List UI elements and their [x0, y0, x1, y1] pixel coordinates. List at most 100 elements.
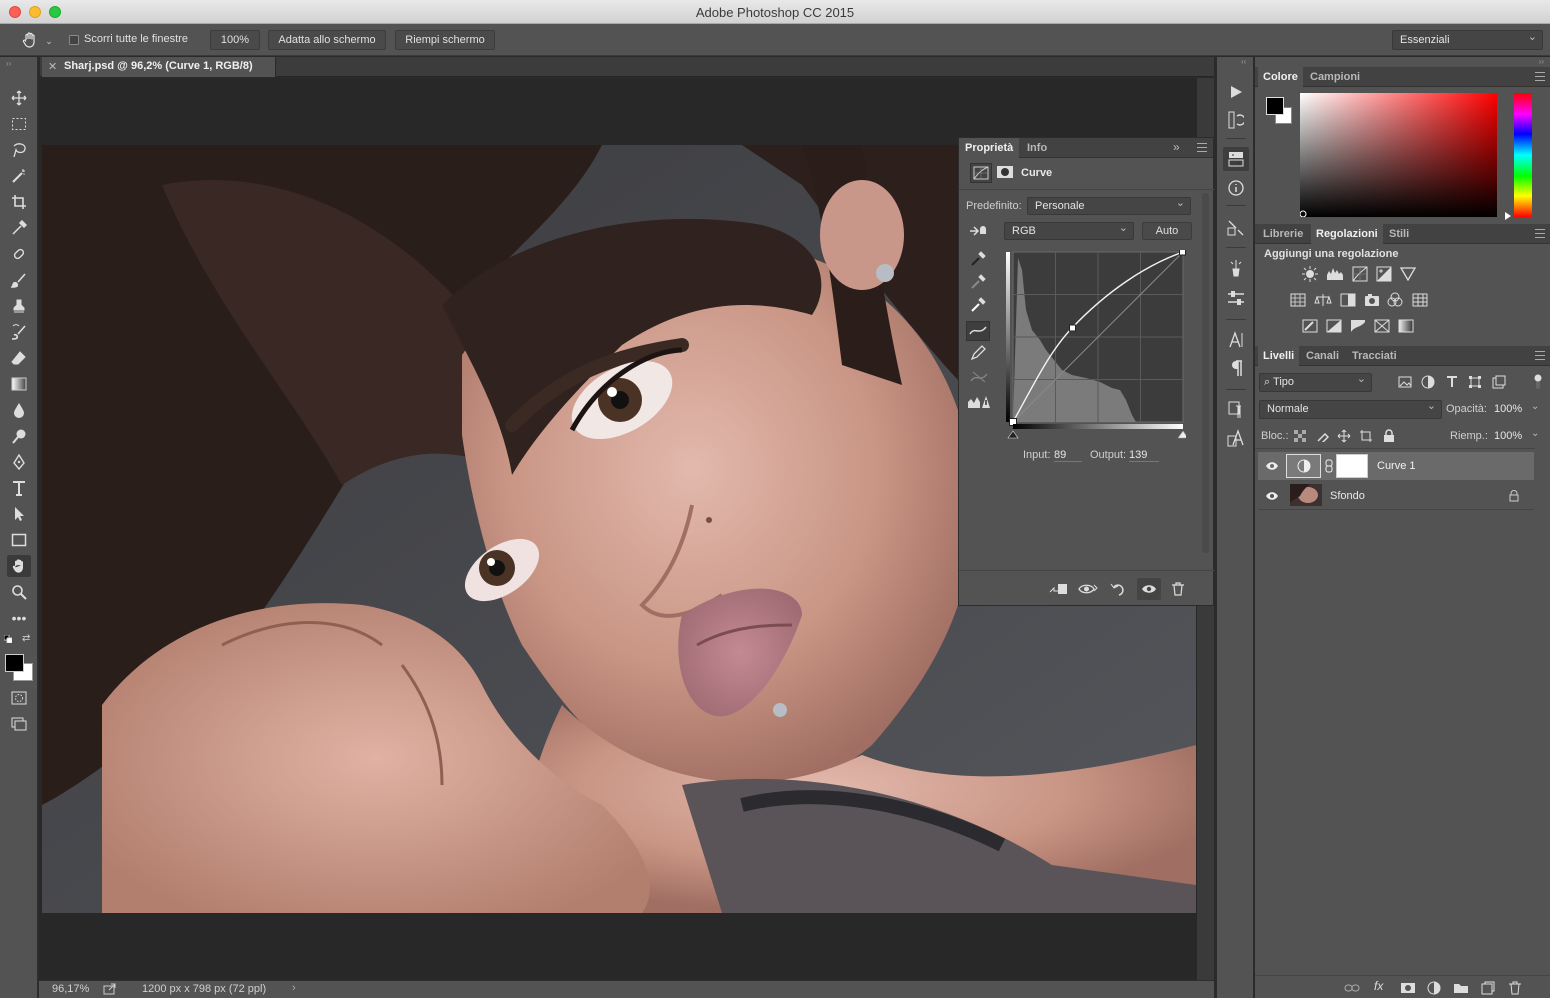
type-tool-icon[interactable] [7, 477, 31, 499]
status-menu-arrow-icon[interactable]: › [292, 982, 296, 994]
layer-mask-thumbnail[interactable] [1336, 454, 1368, 478]
layers-panel-menu-icon[interactable] [1535, 351, 1545, 360]
white-point-eyedropper-icon[interactable] [970, 297, 986, 313]
new-group-folder-icon[interactable] [1452, 980, 1470, 996]
gray-point-eyedropper-icon[interactable] [970, 274, 986, 290]
close-tab-icon[interactable]: ✕ [48, 60, 57, 73]
zoom-level[interactable]: 96,17% [52, 983, 89, 995]
tool-presets-icon[interactable] [1225, 287, 1247, 309]
color-balance-icon[interactable] [1313, 291, 1333, 309]
hand-tool-icon[interactable] [7, 555, 31, 577]
filter-smart-object-icon[interactable] [1491, 374, 1507, 390]
tab-paths[interactable]: Tracciati [1347, 346, 1402, 366]
view-previous-state-icon[interactable] [1077, 580, 1099, 598]
tab-info[interactable]: Info [1021, 138, 1053, 158]
layer-name[interactable]: Curve 1 [1377, 460, 1416, 472]
scroll-all-checkbox[interactable] [69, 35, 79, 45]
chevron-down-icon[interactable]: ⌄ [1531, 428, 1539, 439]
draw-curve-pencil-icon[interactable] [970, 345, 986, 361]
tab-swatches[interactable]: Campioni [1305, 67, 1365, 87]
foreground-color-chip[interactable] [1266, 97, 1284, 115]
preset-select[interactable]: Personale [1027, 195, 1191, 215]
properties-panel-icon[interactable] [1223, 147, 1249, 171]
add-mask-icon[interactable] [1399, 980, 1417, 996]
layer-row-curve1[interactable]: Curve 1 [1258, 452, 1534, 480]
zoom-100-button[interactable]: 100% [210, 30, 260, 50]
tab-layers[interactable]: Livelli [1258, 346, 1300, 366]
filter-toggle-switch[interactable] [1534, 374, 1542, 390]
layer-mask-icon[interactable] [995, 163, 1017, 183]
layer-row-sfondo[interactable]: Sfondo [1258, 482, 1534, 510]
toggle-visibility-icon[interactable] [1137, 578, 1161, 600]
panel-menu-icon[interactable] [1197, 143, 1207, 152]
filter-type-layer-icon[interactable] [1444, 374, 1460, 390]
posterize-icon[interactable] [1325, 317, 1343, 335]
color-spectrum-field[interactable] [1300, 93, 1497, 217]
black-point-eyedropper-icon[interactable] [970, 251, 986, 267]
collapse-panel-icon[interactable]: » [1173, 140, 1180, 154]
paragraph-styles-icon[interactable] [1225, 399, 1247, 421]
blend-mode-select[interactable]: Normale [1259, 398, 1442, 419]
fill-value[interactable]: 100% [1494, 430, 1522, 442]
on-image-adjust-icon[interactable] [968, 223, 988, 239]
chevron-down-icon[interactable]: ⌄ [1531, 401, 1539, 412]
paragraph-panel-icon[interactable] [1225, 357, 1247, 379]
channel-select[interactable]: RGB [1004, 220, 1134, 240]
channel-mixer-icon[interactable] [1386, 291, 1404, 309]
screen-mode-icon[interactable] [7, 713, 31, 735]
smooth-curve-icon[interactable] [970, 369, 988, 385]
exposure-icon[interactable] [1375, 265, 1393, 283]
curves-icon[interactable] [1351, 265, 1369, 283]
healing-brush-icon[interactable] [7, 243, 31, 265]
clone-stamp-icon[interactable] [7, 295, 31, 317]
tab-color[interactable]: Colore [1258, 67, 1303, 87]
layer-thumbnail[interactable] [1290, 484, 1322, 506]
more-tools-icon[interactable]: ••• [7, 607, 31, 629]
brush-tool-icon[interactable] [7, 269, 31, 291]
output-value-field[interactable]: 139 [1129, 449, 1159, 462]
tab-libraries[interactable]: Librerie [1258, 224, 1308, 244]
filter-pixel-layer-icon[interactable] [1397, 374, 1413, 390]
pen-tool-icon[interactable] [7, 451, 31, 473]
collapse-right-panels-icon[interactable]: ›› [1539, 57, 1544, 66]
fill-screen-button[interactable]: Riempi schermo [395, 30, 495, 50]
curve-points-tool-icon[interactable] [966, 321, 990, 341]
foreground-color-swatch[interactable] [5, 654, 24, 672]
threshold-icon[interactable] [1349, 317, 1367, 335]
document-size[interactable]: 1200 px x 798 px (72 ppl) [142, 983, 266, 995]
share-icon[interactable] [103, 983, 117, 995]
character-styles-icon[interactable] [1225, 427, 1247, 449]
new-layer-icon[interactable] [1479, 980, 1497, 996]
eye-visibility-icon[interactable] [1261, 458, 1283, 474]
blur-tool-icon[interactable] [7, 399, 31, 421]
invert-icon[interactable] [1301, 317, 1319, 335]
filter-adjustment-layer-icon[interactable] [1420, 374, 1436, 390]
curves-graph[interactable] [1006, 250, 1186, 448]
magic-wand-icon[interactable] [7, 165, 31, 187]
crop-tool-icon[interactable] [7, 191, 31, 213]
reset-icon[interactable] [1107, 580, 1129, 598]
photo-filter-icon[interactable] [1363, 291, 1381, 309]
tab-styles[interactable]: Stili [1384, 224, 1414, 244]
layer-filter-select[interactable]: ⌕ Tipo [1259, 371, 1372, 392]
vibrance-icon[interactable] [1399, 265, 1417, 283]
tab-properties[interactable]: Proprietà [959, 138, 1020, 158]
fit-screen-button[interactable]: Adatta allo schermo [268, 30, 386, 50]
move-tool-icon[interactable] [7, 87, 31, 109]
actions-play-icon[interactable] [1225, 81, 1247, 103]
collapse-dock-icon[interactable]: ‹‹ [1241, 57, 1246, 66]
workspace-select[interactable]: Essenziali [1392, 28, 1543, 50]
input-value-field[interactable]: 89 [1054, 449, 1082, 462]
swap-colors-icon[interactable]: ⇄ [22, 633, 30, 644]
hue-saturation-icon[interactable] [1289, 291, 1307, 309]
document-tab[interactable]: ✕ Sharj.psd @ 96,2% (Curve 1, RGB/8) [42, 57, 276, 77]
panel-scrollbar[interactable] [1202, 193, 1209, 553]
default-colors-icon[interactable] [4, 635, 12, 643]
history-brush-icon[interactable] [7, 321, 31, 343]
lock-all-icon[interactable] [1382, 429, 1396, 443]
delete-layer-icon[interactable] [1506, 980, 1524, 996]
lock-artboard-icon[interactable] [1359, 429, 1373, 443]
adjustments-panel-menu-icon[interactable] [1535, 229, 1545, 238]
history-icon[interactable] [1225, 109, 1247, 131]
lasso-tool-icon[interactable] [7, 139, 31, 161]
